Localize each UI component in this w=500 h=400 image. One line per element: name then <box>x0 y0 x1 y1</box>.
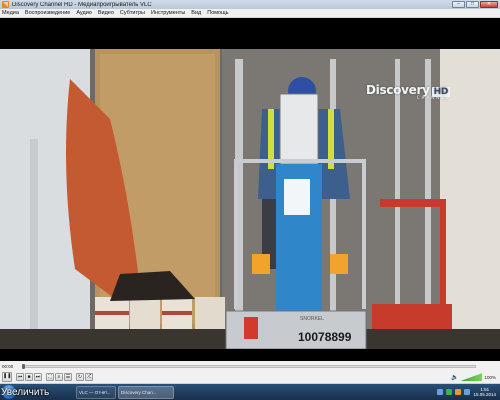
title-bar: Discovery Channel HD - Медиапроигрывател… <box>0 0 500 9</box>
system-tray: 1:51 15.05.2014 <box>437 387 496 397</box>
next-button[interactable]: ⏭ <box>34 373 42 381</box>
maximize-button[interactable]: □ <box>466 1 479 8</box>
lift-plate-text: SNORKEL <box>300 316 324 322</box>
menu-playback[interactable]: Воспроизведение <box>25 10 70 16</box>
minimize-button[interactable]: – <box>452 1 465 8</box>
vlc-cone-icon <box>2 1 9 8</box>
skip-forward-icon: ⏭ <box>35 374 41 380</box>
playlist-icon: ☰ <box>65 374 71 380</box>
menu-audio[interactable]: Аудио <box>76 10 92 16</box>
fullscreen-icon: ⛶ <box>48 374 52 380</box>
menu-video[interactable]: Видео <box>98 10 114 16</box>
network-icon[interactable] <box>437 389 444 395</box>
tooltip: Увеличить <box>1 387 50 398</box>
menu-tools[interactable]: Инструменты <box>151 10 185 16</box>
speaker-tray-icon[interactable] <box>464 389 471 395</box>
menu-bar: Медиа Воспроизведение Аудио Видео Субтит… <box>0 9 500 18</box>
clock[interactable]: 1:51 15.05.2014 <box>473 387 496 397</box>
menu-media[interactable]: Медиа <box>2 10 19 16</box>
clock-date: 15.05.2014 <box>473 392 496 397</box>
elapsed-time: 00:00 <box>2 363 14 369</box>
skip-back-icon: ⏮ <box>17 374 23 380</box>
volume-label: 100% <box>484 374 496 380</box>
lift-id-text: 10078899 <box>298 330 352 344</box>
menu-help[interactable]: Помощь <box>207 10 228 16</box>
notification-icon[interactable] <box>455 389 462 395</box>
window-controls: – □ ✕ <box>452 1 498 8</box>
video-output[interactable]: SNORKEL 10078899 Discovery HD CHANNEL <box>0 19 500 361</box>
loop-button[interactable]: ↻ <box>76 373 84 381</box>
playback-controls: ❚❚ ⏮ ■ ⏭ ⛶ ≡ ☰ ↻ ⤮ <box>0 371 500 384</box>
taskbar: VLC — Отчёт... Discovery Chan... 1:51 15… <box>0 384 500 400</box>
seek-knob[interactable] <box>22 363 25 369</box>
taskbar-item-1[interactable]: Discovery Chan... <box>118 385 174 399</box>
seek-slider[interactable] <box>22 363 476 369</box>
extended-settings-icon: ≡ <box>57 374 61 380</box>
volume-slider[interactable] <box>460 373 483 381</box>
stop-button[interactable]: ■ <box>25 373 33 381</box>
loop-icon: ↻ <box>77 374 83 380</box>
volume-control[interactable]: 🔈 100% <box>451 373 496 381</box>
window-title: Discovery Channel HD - Медиапроигрывател… <box>12 1 152 8</box>
speaker-icon: 🔈 <box>451 374 459 381</box>
pause-icon: ❚❚ <box>3 373 12 379</box>
seek-bar: 00:00 <box>0 361 500 371</box>
menu-view[interactable]: Вид <box>191 10 201 16</box>
fullscreen-button[interactable]: ⛶ <box>46 373 54 381</box>
stop-icon: ■ <box>27 374 31 380</box>
antivirus-icon[interactable] <box>446 389 453 395</box>
random-icon: ⤮ <box>86 374 91 380</box>
random-button[interactable]: ⤮ <box>85 373 93 381</box>
discovery-hd-logo: Discovery HD CHANNEL <box>366 83 450 100</box>
taskbar-item-0[interactable]: VLC — Отчёт... <box>76 385 116 399</box>
close-button[interactable]: ✕ <box>480 1 498 8</box>
menu-subtitles[interactable]: Субтитры <box>120 10 145 16</box>
pause-button[interactable]: ❚❚ <box>2 372 12 382</box>
extended-settings-button[interactable]: ≡ <box>55 373 63 381</box>
previous-button[interactable]: ⏮ <box>16 373 24 381</box>
playlist-button[interactable]: ☰ <box>64 373 72 381</box>
